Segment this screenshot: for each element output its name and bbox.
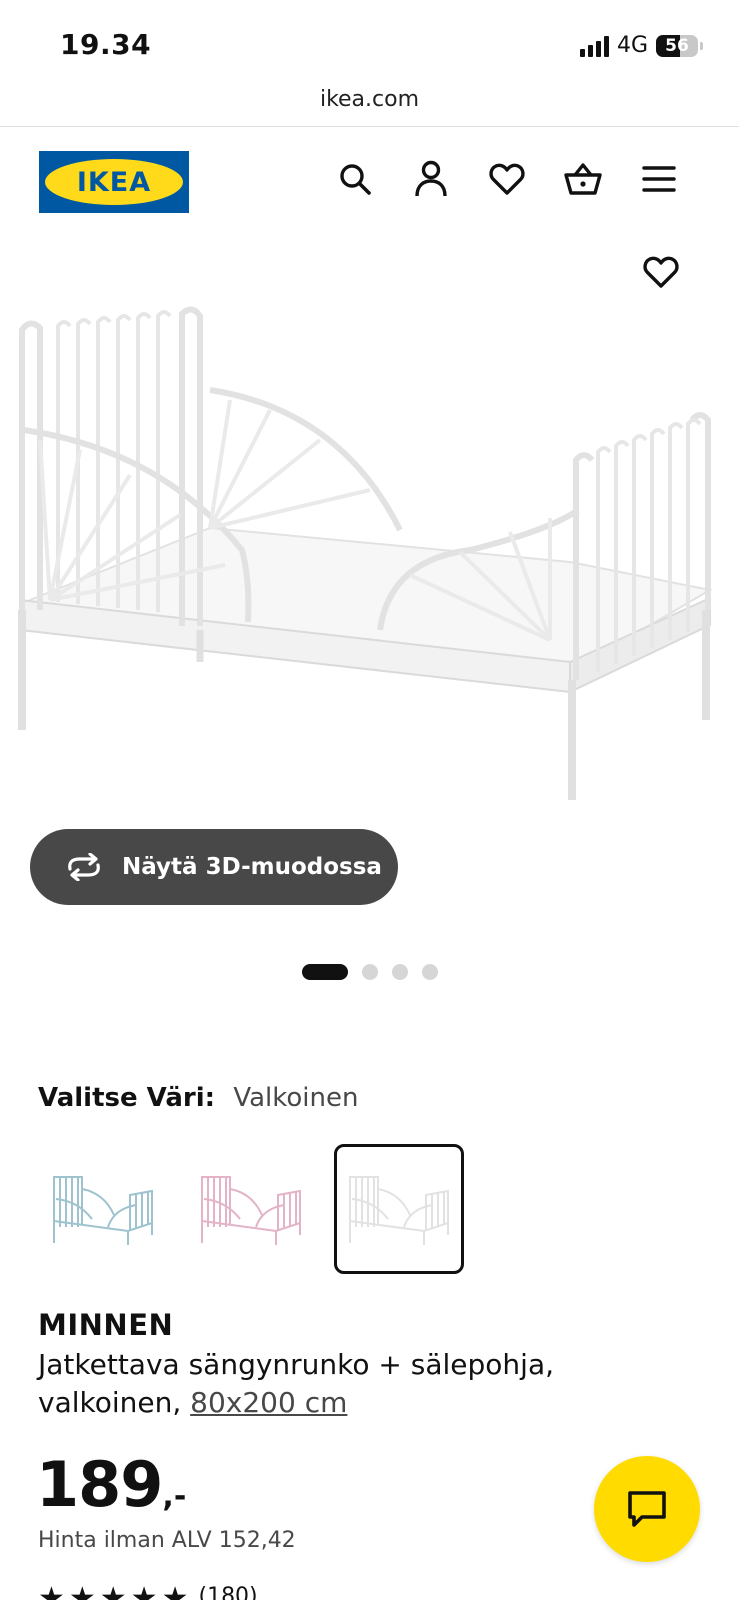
battery-icon: 56 — [656, 34, 698, 57]
color-value: Valkoinen — [233, 1083, 359, 1113]
color-selector: Valitse Väri: Valkoinen — [38, 1083, 358, 1113]
product-gallery[interactable] — [0, 240, 739, 840]
account-icon[interactable] — [411, 159, 451, 199]
price-ex-vat: Hinta ilman ALV 152,42 — [38, 1528, 296, 1553]
logo-text: IKEA — [76, 166, 152, 198]
price-amount: 189 — [36, 1448, 163, 1521]
carousel-dots — [0, 964, 739, 980]
variant-blue[interactable] — [38, 1144, 168, 1274]
variant-white[interactable] — [334, 1144, 464, 1274]
url-text: ikea.com — [319, 87, 420, 112]
carousel-dot[interactable] — [361, 964, 378, 980]
rating[interactable]: ★★★★★ (180) — [38, 1584, 258, 1600]
variant-thumbnail — [53, 1176, 153, 1245]
cart-icon[interactable] — [563, 159, 603, 199]
size-link[interactable]: 80x200 cm — [190, 1386, 347, 1419]
color-variants — [38, 1144, 464, 1274]
signal-icon — [579, 35, 609, 57]
variant-thumbnail — [349, 1176, 449, 1245]
search-icon[interactable] — [335, 159, 375, 199]
product-image — [10, 300, 730, 830]
carousel-dot[interactable] — [391, 964, 408, 980]
status-bar: 19.34 4G 56 — [0, 0, 739, 80]
add-to-favorites-icon[interactable] — [639, 250, 683, 294]
product-name: MINNEN — [38, 1308, 174, 1342]
chat-icon — [628, 1491, 666, 1527]
price-suffix: ,- — [162, 1479, 187, 1514]
rating-count: (180) — [198, 1584, 258, 1600]
site-header: IKEA — [0, 127, 739, 237]
chat-button[interactable] — [594, 1456, 700, 1562]
rotate-3d-icon — [68, 853, 100, 881]
header-actions — [335, 159, 679, 199]
product-description: Jatkettava sängynrunko + sälepohja, valk… — [38, 1346, 638, 1422]
status-time: 19.34 — [60, 28, 152, 61]
carousel-dot[interactable] — [421, 964, 438, 980]
price: 189,- — [36, 1448, 186, 1521]
variant-pink[interactable] — [186, 1144, 316, 1274]
carousel-dot[interactable] — [301, 964, 348, 980]
favorites-icon[interactable] — [487, 159, 527, 199]
view-3d-button[interactable]: Näytä 3D-muodossa — [30, 829, 398, 905]
variant-thumbnail — [201, 1176, 301, 1245]
menu-icon[interactable] — [639, 159, 679, 199]
network-label: 4G — [616, 33, 648, 58]
address-bar[interactable]: ikea.com — [0, 80, 739, 127]
status-indicators: 4G 56 — [579, 33, 703, 58]
battery-percent: 56 — [665, 35, 689, 56]
color-label: Valitse Väri: — [38, 1083, 216, 1113]
logo-oval: IKEA — [45, 159, 183, 205]
page: 19.34 4G 56 ikea.com IKEA Näytä 3D-muodo… — [0, 0, 739, 1600]
rating-stars-icon: ★★★★★ — [38, 1581, 193, 1600]
view-3d-label: Näytä 3D-muodossa — [122, 854, 382, 880]
ikea-logo[interactable]: IKEA — [39, 151, 189, 213]
battery-tip — [700, 41, 703, 50]
